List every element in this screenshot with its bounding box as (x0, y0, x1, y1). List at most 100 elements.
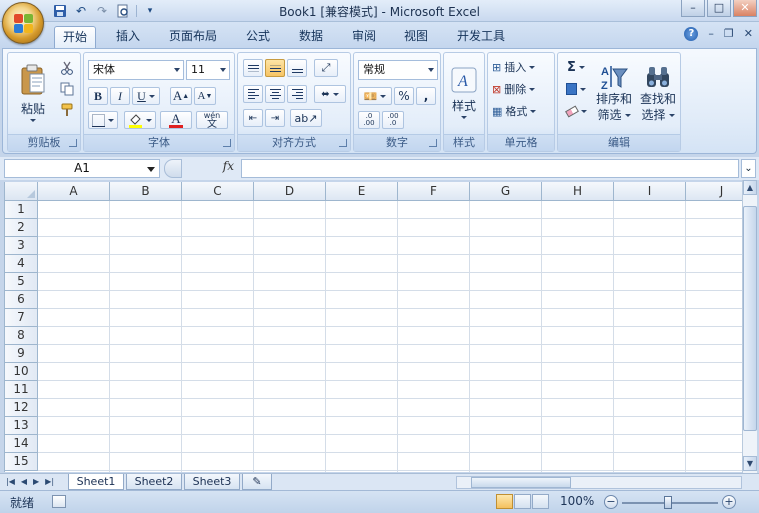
row-header-3[interactable]: 3 (5, 237, 38, 255)
row-header-4[interactable]: 4 (5, 255, 38, 273)
delete-cells-button[interactable]: ⊠ 删除 (492, 80, 552, 98)
paste-button[interactable]: 粘贴 (12, 57, 54, 129)
row-header-7[interactable]: 7 (5, 309, 38, 327)
column-header-j[interactable]: J (686, 182, 742, 201)
tab-home[interactable]: 开始 (54, 26, 96, 48)
align-right-icon[interactable] (287, 85, 307, 103)
insert-sheet-icon[interactable]: ✎ (242, 474, 272, 490)
name-box[interactable]: A1 (4, 159, 160, 178)
tab-insert[interactable]: 插入 (108, 26, 148, 48)
tab-data[interactable]: 数据 (290, 26, 332, 48)
align-center-icon[interactable] (265, 85, 285, 103)
sort-filter-button[interactable]: AZ 排序和 筛选 (594, 57, 634, 129)
row-header-10[interactable]: 10 (5, 363, 38, 381)
row-header-5[interactable]: 5 (5, 273, 38, 291)
number-format-combo[interactable]: 常规 (358, 60, 438, 80)
tab-page-layout[interactable]: 页面布局 (160, 26, 226, 48)
horizontal-scroll-thumb[interactable] (471, 477, 571, 488)
row-header-14[interactable]: 14 (5, 435, 38, 453)
worksheet-grid[interactable]: A B C D E F G H I J 1 2 3 4 5 6 7 8 9 10 11 12 13 14 15 (4, 182, 742, 472)
next-sheet-icon[interactable]: ▶ (33, 475, 39, 489)
format-cells-button[interactable]: ▦ 格式 (492, 102, 552, 120)
sheet-tab-sheet3[interactable]: Sheet3 (184, 474, 240, 490)
comma-style-button[interactable]: , (416, 87, 436, 105)
column-header-d[interactable]: D (254, 182, 326, 201)
borders-button[interactable] (88, 111, 118, 129)
zoom-in-icon[interactable]: + (722, 495, 736, 509)
clipboard-launcher-icon[interactable] (69, 139, 77, 147)
first-sheet-icon[interactable]: |◀ (6, 475, 15, 489)
phonetic-guide-button[interactable]: wén 文 (196, 111, 228, 129)
workbook-restore-button[interactable]: ❐ (724, 27, 734, 41)
close-button[interactable]: ✕ (733, 0, 757, 17)
styles-button[interactable]: A 样式 (447, 57, 481, 129)
decrease-indent-icon[interactable]: ⇤ (243, 109, 263, 127)
scroll-up-icon[interactable]: ▲ (743, 180, 757, 195)
column-header-c[interactable]: C (182, 182, 254, 201)
copy-icon[interactable] (58, 80, 76, 98)
increase-indent-icon[interactable]: ⇥ (265, 109, 285, 127)
italic-button[interactable]: I (110, 87, 130, 105)
orientation-icon[interactable]: ab↗ (290, 109, 322, 127)
font-color-button[interactable]: A (160, 111, 192, 129)
increase-decimal-button[interactable]: .0 .00 (358, 111, 380, 129)
horizontal-scrollbar[interactable] (456, 476, 742, 489)
row-header-15[interactable]: 15 (5, 453, 38, 471)
normal-view-icon[interactable] (496, 494, 513, 509)
fill-color-button[interactable] (124, 111, 156, 129)
percent-style-button[interactable]: % (394, 87, 414, 105)
row-header-13[interactable]: 13 (5, 417, 38, 435)
vertical-scroll-thumb[interactable] (743, 206, 757, 431)
column-header-f[interactable]: F (398, 182, 470, 201)
middle-align-icon[interactable] (265, 59, 285, 77)
underline-button[interactable]: U (132, 87, 160, 105)
alignment-launcher-icon[interactable] (339, 139, 347, 147)
column-header-h[interactable]: H (542, 182, 614, 201)
row-header-12[interactable]: 12 (5, 399, 38, 417)
merge-center-icon[interactable]: ⬌ (314, 85, 346, 103)
column-header-b[interactable]: B (110, 182, 182, 201)
row-header-6[interactable]: 6 (5, 291, 38, 309)
macro-record-icon[interactable] (52, 495, 66, 508)
bold-button[interactable]: B (88, 87, 108, 105)
decrease-decimal-button[interactable]: .00 .0 (382, 111, 404, 129)
zoom-level[interactable]: 100% (560, 494, 594, 508)
align-left-icon[interactable] (243, 85, 263, 103)
expand-formula-bar-icon[interactable]: ⌄ (741, 159, 756, 178)
column-header-i[interactable]: I (614, 182, 686, 201)
row-header-9[interactable]: 9 (5, 345, 38, 363)
last-sheet-icon[interactable]: ▶| (45, 475, 54, 489)
row-header-8[interactable]: 8 (5, 327, 38, 345)
shrink-font-button[interactable]: A ▼ (194, 87, 216, 105)
number-launcher-icon[interactable] (429, 139, 437, 147)
column-header-a[interactable]: A (38, 182, 110, 201)
insert-function-button[interactable]: fx (223, 159, 234, 173)
office-button[interactable] (2, 2, 44, 44)
row-header-1[interactable]: 1 (5, 201, 38, 219)
top-align-icon[interactable] (243, 59, 263, 77)
workbook-minimize-button[interactable]: – (708, 27, 714, 41)
tab-review[interactable]: 审阅 (344, 26, 384, 48)
help-icon[interactable]: ? (684, 27, 699, 41)
column-header-e[interactable]: E (326, 182, 398, 201)
text-orientation-icon[interactable]: ⤢ (314, 59, 338, 77)
page-layout-view-icon[interactable] (514, 494, 531, 509)
format-painter-icon[interactable] (58, 101, 76, 119)
find-select-button[interactable]: 查找和 选择 (638, 57, 678, 129)
formula-cancel-icon[interactable] (164, 159, 182, 178)
row-header-11[interactable]: 11 (5, 381, 38, 399)
insert-cells-button[interactable]: ⊞ 插入 (492, 58, 552, 76)
clear-button[interactable] (562, 102, 590, 120)
sheet-tab-sheet2[interactable]: Sheet2 (126, 474, 182, 490)
column-header-g[interactable]: G (470, 182, 542, 201)
tab-formulas[interactable]: 公式 (238, 26, 278, 48)
font-size-combo[interactable]: 11 (186, 60, 230, 80)
tab-developer[interactable]: 开发工具 (448, 26, 514, 48)
select-all-button[interactable] (5, 182, 38, 201)
autosum-button[interactable]: Σ (562, 58, 590, 76)
bottom-align-icon[interactable] (287, 59, 307, 77)
fill-button[interactable] (562, 80, 590, 98)
cut-icon[interactable] (58, 59, 76, 77)
font-launcher-icon[interactable] (223, 139, 231, 147)
grow-font-button[interactable]: A ▲ (170, 87, 192, 105)
